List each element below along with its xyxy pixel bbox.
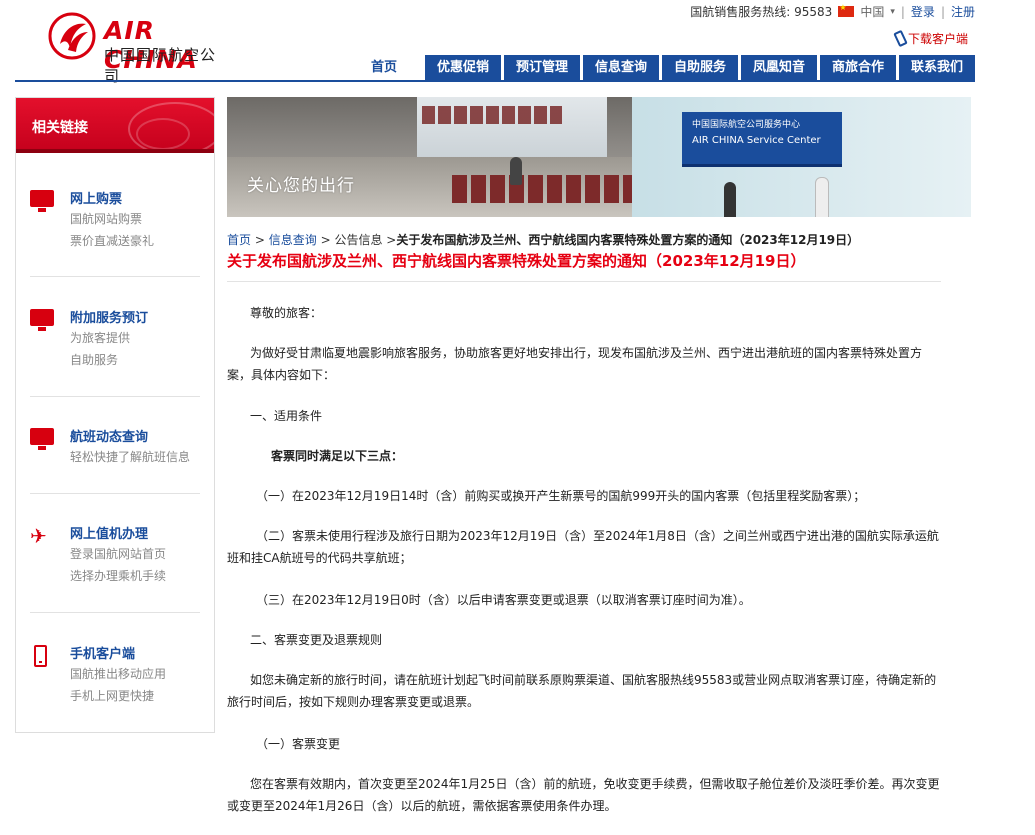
article-title: 关于发布国航涉及兰州、西宁航线国内客票特殊处置方案的通知（2023年12月19日…	[227, 252, 806, 270]
download-app-link[interactable]: 下载客户端	[893, 29, 968, 48]
nav-contact-us[interactable]: 联系我们	[899, 55, 975, 80]
sidebar-item-subtitle: 国航网站购票	[70, 212, 143, 226]
chevron-down-icon[interactable]: ▾	[890, 7, 895, 17]
breadcrumb-current: 关于发布国航涉及兰州、西宁航线国内客票特殊处置方案的通知（2023年12月19日…	[396, 233, 860, 247]
traveler-figure	[510, 157, 522, 185]
sidebar-heading-label: 相关链接	[32, 120, 88, 136]
article-salutation: 尊敬的旅客：	[250, 306, 323, 320]
nav-phoenix-miles[interactable]: 凤凰知音	[741, 55, 817, 80]
monitor-icon	[30, 190, 56, 212]
plane-icon: ✈	[30, 524, 47, 548]
breadcrumb-separator: >	[386, 233, 397, 247]
nav-info-query[interactable]: 信息查询	[583, 55, 659, 80]
sidebar-divider	[30, 493, 200, 494]
hero-banner: 中国国际航空公司服务中心 AIR CHINA Service Center 关心…	[227, 97, 971, 217]
sidebar-item-title[interactable]: 网上值机办理	[70, 523, 148, 542]
sidebar-divider	[30, 612, 200, 613]
sidebar-item-title[interactable]: 附加服务预订	[70, 307, 148, 326]
nav-self-service[interactable]: 自助服务	[662, 55, 738, 80]
mobile-icon	[30, 645, 56, 667]
cloud-pattern-icon	[136, 118, 190, 150]
heading-stripe	[16, 149, 214, 153]
sidebar-item-subtitle: 为旅客提供	[70, 331, 131, 345]
sidebar-item-subtitle: 自助服务	[70, 353, 119, 367]
article-paragraph: 如您未确定新的旅行时间，请在航班计划起飞时间前联系原购票渠道、国航客服热线955…	[227, 673, 937, 709]
china-flag-icon	[838, 3, 855, 17]
staff-figure	[815, 177, 829, 217]
traveler-figure	[724, 182, 736, 217]
monitor-icon	[30, 309, 56, 331]
sidebar-divider	[30, 396, 200, 397]
breadcrumb: 首页 > 信息查询 > 公告信息 >关于发布国航涉及兰州、西宁航线国内客票特殊处…	[227, 231, 859, 248]
top-utility-bar: 国航销售服务热线: 95583 中国 ▾ | 登录 | 注册	[690, 3, 975, 20]
banner-caption: 关心您的出行	[247, 176, 355, 196]
article-subsection-heading: （一）客票变更	[256, 737, 341, 751]
nav-promotions[interactable]: 优惠促销	[425, 55, 501, 80]
nav-home[interactable]: 首页	[354, 55, 414, 80]
breadcrumb-separator: >	[320, 233, 335, 247]
title-divider	[227, 281, 941, 282]
phone-icon	[893, 29, 908, 48]
sidebar-item-title[interactable]: 航班动态查询	[70, 426, 148, 445]
sidebar-item-subtitle: 手机上网更快捷	[70, 689, 155, 703]
sidebar-heading: 相关链接	[16, 98, 214, 153]
article-paragraph: 为做好受甘肃临夏地震影响旅客服务，协助旅客更好地安排出行，现发布国航涉及兰州、西…	[227, 346, 923, 382]
nav-business-travel[interactable]: 商旅合作	[820, 55, 896, 80]
separator: |	[940, 4, 945, 19]
article-section-heading: 一、适用条件	[250, 409, 323, 423]
article-condition-item: （三）在2023年12月19日0时（含）以后申请客票变更或退票（以取消客票订座时…	[256, 593, 751, 607]
sidebar-item-subtitle: 登录国航网站首页	[70, 547, 167, 561]
sidebar-item-subtitle: 国航推出移动应用	[70, 667, 167, 681]
separator: |	[900, 4, 905, 19]
download-app-label: 下载客户端	[907, 32, 968, 46]
sign-english: AIR CHINA Service Center	[692, 135, 821, 146]
sidebar-item-subtitle: 选择办理乘机手续	[70, 569, 167, 583]
monitor-icon	[30, 428, 56, 450]
banner-seats	[452, 175, 632, 203]
sidebar-item-subtitle: 轻松快捷了解航班信息	[70, 450, 191, 464]
region-selector[interactable]: 中国	[860, 3, 884, 20]
breadcrumb-home[interactable]: 首页	[227, 233, 251, 247]
related-links-sidebar: 相关链接 网上购票 国航网站购票 票价直减送豪礼 附加服务预订 为旅客提供 自助…	[15, 97, 215, 733]
breadcrumb-info-query[interactable]: 信息查询	[269, 233, 317, 247]
article-paragraph: 您在客票有效期内，首次变更至2024年1月25日（含）前的航班，免收变更手续费，…	[227, 777, 940, 813]
login-link[interactable]: 登录	[911, 3, 935, 20]
sidebar-item-subtitle: 票价直减送豪礼	[70, 234, 155, 248]
sidebar-item-title[interactable]: 手机客户端	[70, 643, 135, 662]
sidebar-item-title[interactable]: 网上购票	[70, 188, 122, 207]
breadcrumb-separator: >	[254, 233, 269, 247]
article-bold-condition: 客票同时满足以下三点：	[271, 449, 404, 463]
article-section-heading: 二、客票变更及退票规则	[250, 633, 383, 647]
nav-booking-management[interactable]: 预订管理	[504, 55, 580, 80]
register-link[interactable]: 注册	[951, 3, 975, 20]
sign-chinese: 中国国际航空公司服务中心	[692, 120, 801, 130]
banner-seats	[422, 106, 562, 124]
service-center-sign: 中国国际航空公司服务中心 AIR CHINA Service Center	[682, 112, 842, 164]
article-condition-item: （二）客票未使用行程涉及旅行日期为2023年12月19日（含）至2024年1月8…	[227, 529, 939, 565]
breadcrumb-notice[interactable]: 公告信息	[334, 233, 382, 247]
sidebar-divider	[30, 276, 200, 277]
sales-hotline: 国航销售服务热线: 95583	[690, 5, 833, 19]
sign-base	[682, 164, 842, 167]
article-condition-item: （一）在2023年12月19日14时（含）前购买或换开产生新票号的国航999开头…	[256, 489, 866, 503]
main-nav: 首页 优惠促销 预订管理 信息查询 自助服务 凤凰知音 商旅合作 联系我们	[15, 55, 975, 82]
